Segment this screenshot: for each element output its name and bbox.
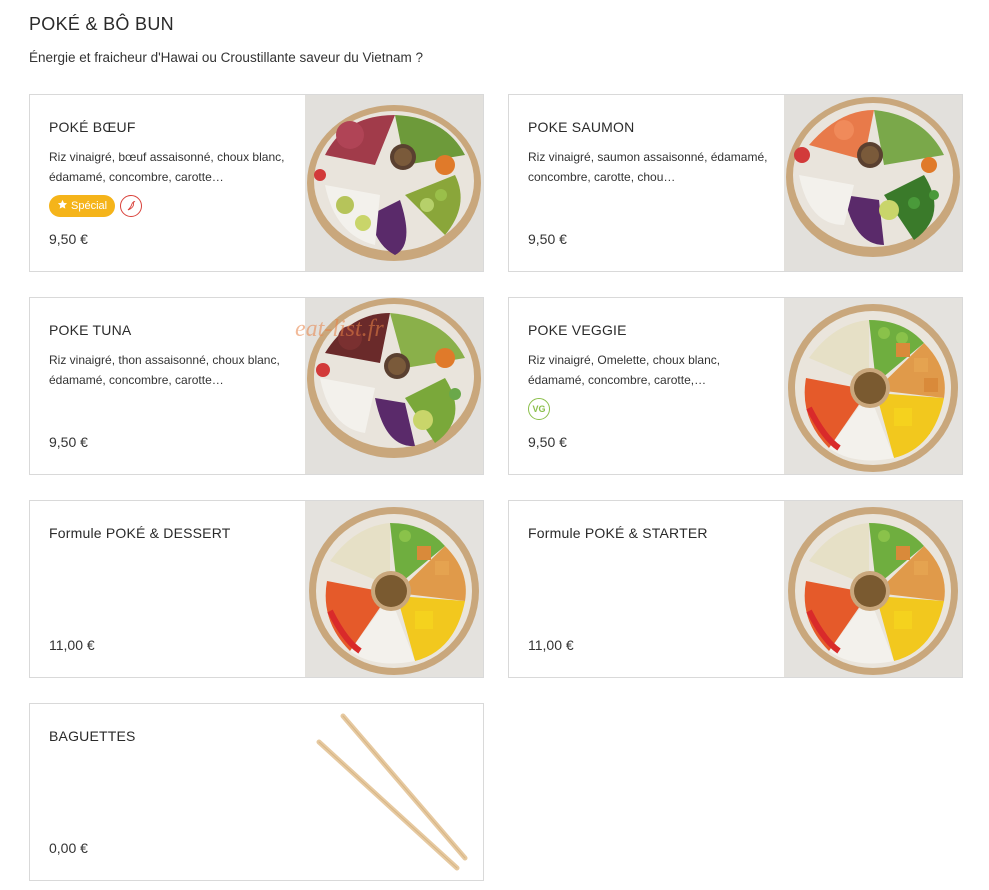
- item-price: 9,50 €: [528, 231, 567, 247]
- item-name: POKE TUNA: [49, 322, 132, 338]
- special-badge-label: Spécial: [71, 200, 108, 212]
- item-description: Riz vinaigré, bœuf assaisonné, choux bla…: [49, 150, 285, 184]
- item-name: POKE VEGGIE: [528, 322, 627, 338]
- menu-item-poke-veggie[interactable]: POKE VEGGIE Riz vinaigré, Omelette, chou…: [508, 297, 963, 475]
- item-name: Formule POKÉ & STARTER: [528, 525, 708, 541]
- item-description: Riz vinaigré, thon assaisonné, choux bla…: [49, 353, 280, 387]
- item-name: POKÉ BŒUF: [49, 119, 136, 135]
- item-price: 0,00 €: [49, 840, 88, 856]
- special-badge: Spécial: [49, 195, 116, 217]
- item-badges: VG: [528, 398, 550, 420]
- veggie-poke-bowl-image: [784, 501, 962, 677]
- vegan-icon: VG: [528, 398, 550, 420]
- item-price: 9,50 €: [49, 231, 88, 247]
- menu-item-formule-poke-starter[interactable]: Formule POKÉ & STARTER 11,00 €: [508, 500, 963, 678]
- beef-poke-bowl-image: [305, 95, 483, 271]
- item-price: 11,00 €: [49, 637, 95, 653]
- item-price: 9,50 €: [528, 434, 567, 450]
- salmon-poke-bowl-image: [784, 95, 962, 271]
- tuna-poke-bowl-image: [305, 298, 483, 474]
- item-name: BAGUETTES: [49, 728, 136, 744]
- star-icon: [57, 199, 68, 213]
- section-subtitle: Énergie et fraicheur d'Hawai ou Croustil…: [29, 50, 424, 65]
- section-title: POKÉ & BÔ BUN: [29, 14, 174, 34]
- item-badges: Spécial: [49, 195, 143, 217]
- item-name: POKE SAUMON: [528, 119, 635, 135]
- menu-item-baguettes[interactable]: BAGUETTES 0,00 €: [29, 703, 484, 881]
- menu-item-poke-saumon[interactable]: POKE SAUMON Riz vinaigré, saumon assaiso…: [508, 94, 963, 272]
- veggie-poke-bowl-image: [305, 501, 483, 677]
- chopsticks-image: [305, 704, 483, 880]
- item-price: 9,50 €: [49, 434, 88, 450]
- item-description: Riz vinaigré, saumon assaisonné, édamamé…: [528, 150, 768, 184]
- menu-item-poke-tuna[interactable]: POKE TUNA Riz vinaigré, thon assaisonné,…: [29, 297, 484, 475]
- chili-pepper-icon: [120, 195, 143, 217]
- menu-item-formule-poke-dessert[interactable]: Formule POKÉ & DESSERT 11,00 €: [29, 500, 484, 678]
- item-description: Riz vinaigré, Omelette, choux blanc, éda…: [528, 353, 721, 387]
- item-price: 11,00 €: [528, 637, 574, 653]
- veggie-poke-bowl-image: [784, 298, 962, 474]
- item-name: Formule POKÉ & DESSERT: [49, 525, 231, 541]
- menu-item-poke-boeuf[interactable]: POKÉ BŒUF Riz vinaigré, bœuf assaisonné,…: [29, 94, 484, 272]
